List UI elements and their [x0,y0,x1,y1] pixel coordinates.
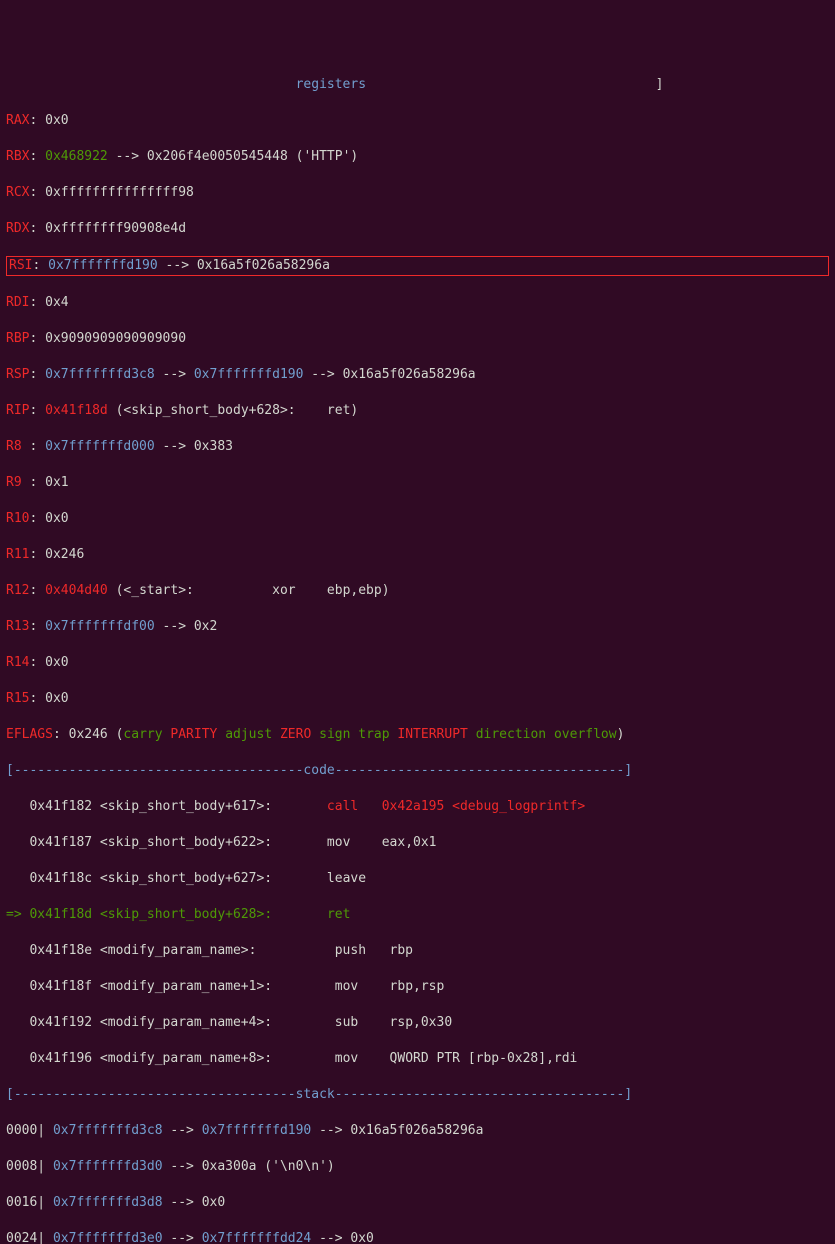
stack-row: 0024| 0x7fffffffd3e0 --> 0x7fffffffdd24 … [6,1230,829,1244]
reg-r14: R14: 0x0 [6,654,829,672]
code-row: 0x41f18e <modify_param_name>: push rbp [6,942,829,960]
reg-rax: RAX: 0x0 [6,112,829,130]
reg-r10: R10: 0x0 [6,510,829,528]
code-separator: [-------------------------------------co… [6,762,829,780]
reg-r12: R12: 0x404d40 (<_start>: xor ebp,ebp) [6,582,829,600]
reg-rdi: RDI: 0x4 [6,294,829,312]
stack-row: 0016| 0x7fffffffd3d8 --> 0x0 [6,1194,829,1212]
stack-row: 0008| 0x7fffffffd3d0 --> 0xa300a ('\n0\n… [6,1158,829,1176]
code-row: 0x41f18c <skip_short_body+627>: leave [6,870,829,888]
reg-r11: R11: 0x246 [6,546,829,564]
stack-separator: [------------------------------------sta… [6,1086,829,1104]
code-row: 0x41f187 <skip_short_body+622>: mov eax,… [6,834,829,852]
reg-eflags: EFLAGS: 0x246 (carry PARITY adjust ZERO … [6,726,829,744]
code-row: 0x41f18f <modify_param_name+1>: mov rbp,… [6,978,829,996]
code-row: 0x41f182 <skip_short_body+617>: call 0x4… [6,798,829,816]
reg-r8: R8 : 0x7fffffffd000 --> 0x383 [6,438,829,456]
code-row-current: => 0x41f18d <skip_short_body+628>: ret [6,906,829,924]
reg-rbx: RBX: 0x468922 --> 0x206f4e0050545448 ('H… [6,148,829,166]
header-row: registers ] [6,76,829,94]
reg-rsi-highlighted: RSI: 0x7fffffffd190 --> 0x16a5f026a58296… [6,256,829,276]
reg-rdx: RDX: 0xffffffff90908e4d [6,220,829,238]
reg-r9: R9 : 0x1 [6,474,829,492]
reg-rbp: RBP: 0x9090909090909090 [6,330,829,348]
reg-r13: R13: 0x7fffffffdf00 --> 0x2 [6,618,829,636]
reg-r15: R15: 0x0 [6,690,829,708]
reg-rcx: RCX: 0xfffffffffffffff98 [6,184,829,202]
reg-rip: RIP: 0x41f18d (<skip_short_body+628>: re… [6,402,829,420]
stack-row: 0000| 0x7fffffffd3c8 --> 0x7fffffffd190 … [6,1122,829,1140]
reg-rsp: RSP: 0x7fffffffd3c8 --> 0x7fffffffd190 -… [6,366,829,384]
code-row: 0x41f196 <modify_param_name+8>: mov QWOR… [6,1050,829,1068]
code-row: 0x41f192 <modify_param_name+4>: sub rsp,… [6,1014,829,1032]
